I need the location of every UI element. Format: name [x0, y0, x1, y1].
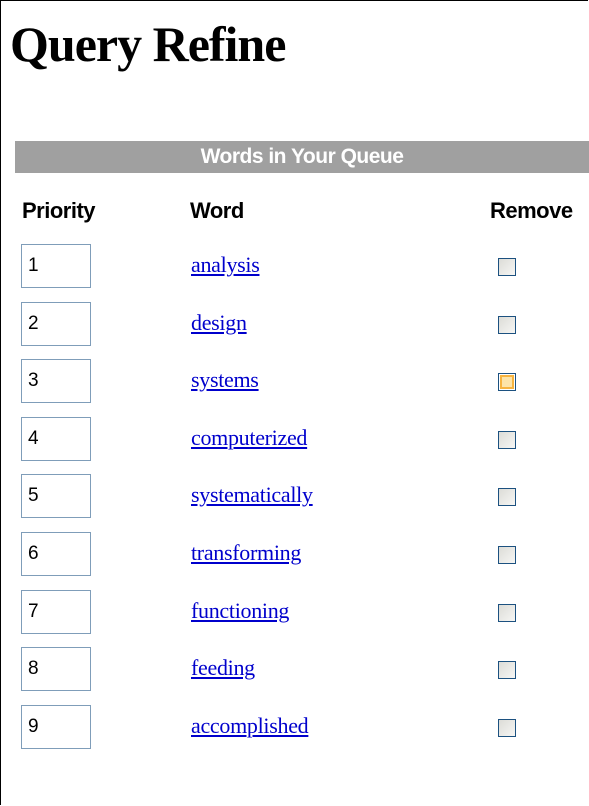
priority-input[interactable]: [21, 531, 91, 576]
queue-row: systems: [0, 359, 589, 417]
word-link[interactable]: accomplished: [191, 711, 309, 741]
priority-input[interactable]: [21, 301, 91, 346]
queue-list: analysis design systems computerized sys…: [0, 244, 589, 762]
remove-checkbox[interactable]: [498, 258, 516, 276]
word-column-header: Word: [190, 198, 244, 223]
priority-input[interactable]: [21, 244, 91, 288]
priority-column-header: Priority: [22, 198, 96, 223]
queue-row: systematically: [0, 474, 589, 532]
priority-input[interactable]: [21, 474, 91, 519]
queue-row: functioning: [0, 589, 589, 648]
word-link[interactable]: systems: [191, 365, 259, 395]
word-link[interactable]: feeding: [191, 653, 255, 683]
word-link[interactable]: systematically: [191, 480, 313, 510]
remove-checkbox[interactable]: [498, 315, 516, 334]
word-link[interactable]: transforming: [191, 538, 301, 568]
priority-input[interactable]: [21, 589, 91, 634]
remove-checkbox[interactable]: [498, 373, 516, 392]
queue-row: feeding: [0, 647, 589, 705]
priority-input[interactable]: [21, 359, 91, 404]
priority-input[interactable]: [21, 416, 91, 461]
queue-header: Words in Your Queue: [15, 141, 589, 173]
priority-input[interactable]: [21, 704, 91, 749]
word-link[interactable]: analysis: [191, 250, 260, 280]
remove-checkbox[interactable]: [498, 718, 516, 737]
queue-row: accomplished: [0, 704, 589, 763]
word-link[interactable]: computerized: [191, 423, 307, 453]
word-link[interactable]: design: [191, 308, 247, 338]
remove-checkbox[interactable]: [498, 603, 516, 622]
page-title: Query Refine: [10, 16, 286, 72]
remove-checkbox[interactable]: [498, 661, 516, 680]
word-link[interactable]: functioning: [191, 596, 289, 626]
priority-input[interactable]: [21, 647, 91, 692]
remove-checkbox[interactable]: [498, 430, 516, 449]
queue-row: computerized: [0, 416, 589, 475]
queue-row: analysis: [0, 244, 589, 302]
remove-checkbox[interactable]: [498, 545, 516, 564]
queue-row: transforming: [0, 531, 589, 590]
queue-row: design: [0, 301, 589, 360]
remove-column-header: Remove: [490, 198, 573, 223]
remove-checkbox[interactable]: [498, 488, 516, 507]
